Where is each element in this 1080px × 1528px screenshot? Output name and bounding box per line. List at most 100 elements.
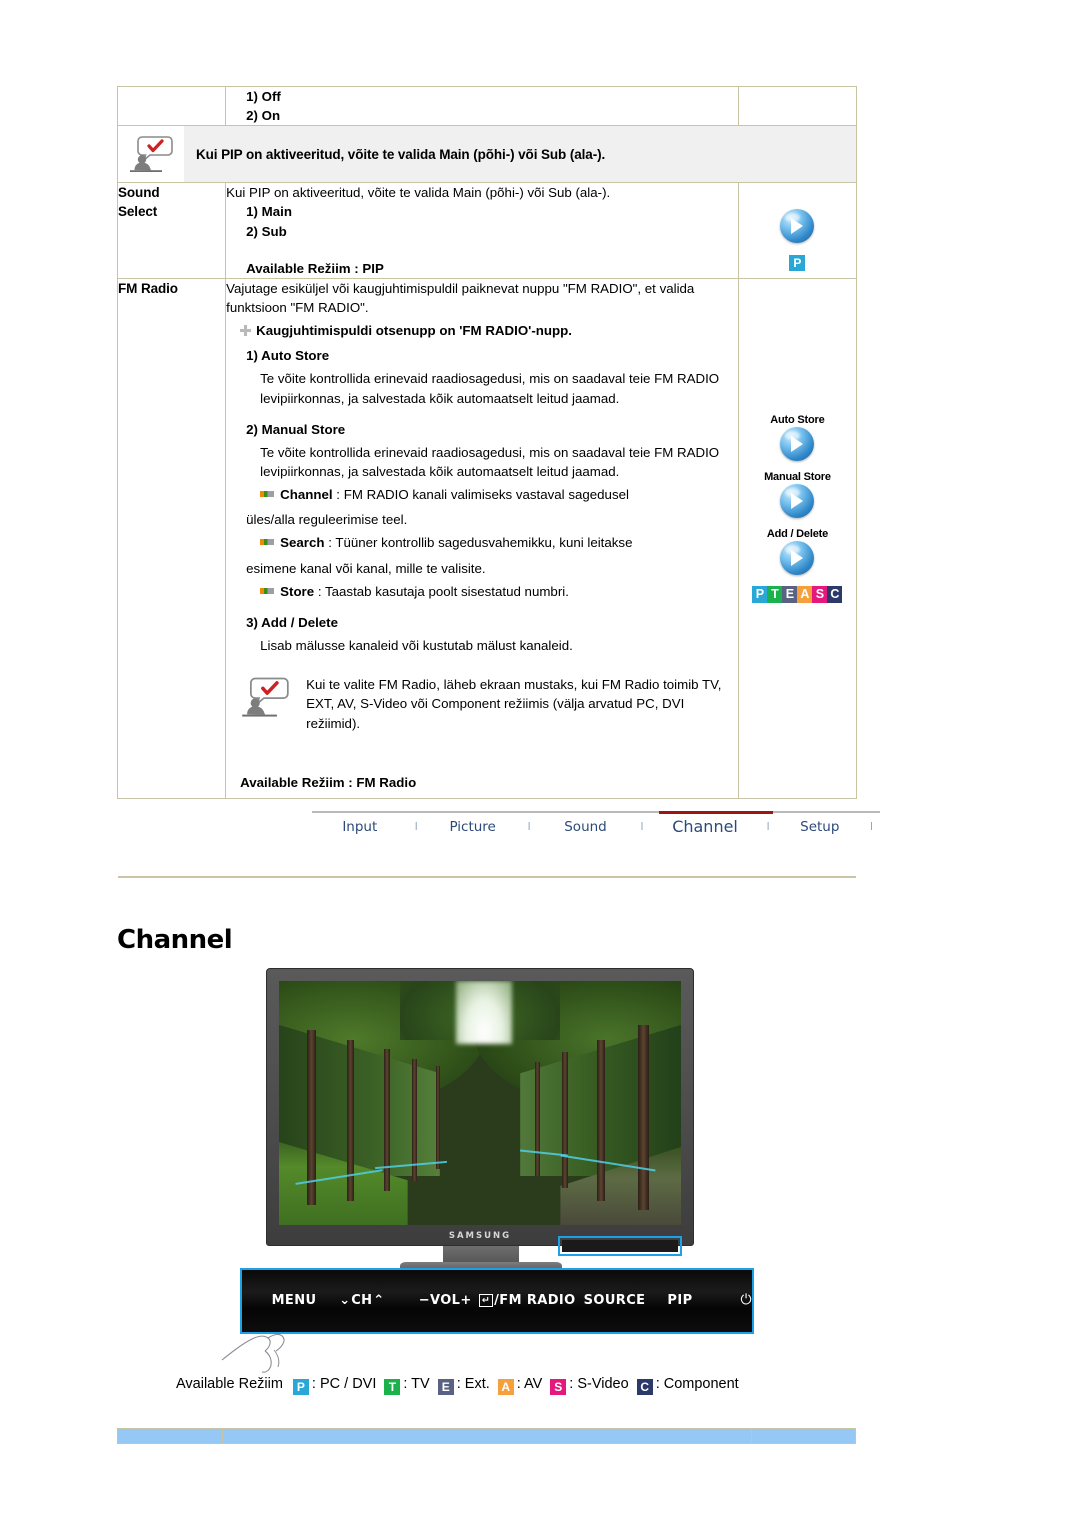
- available-modes-pip: Available Režiim : PIP: [246, 260, 384, 276]
- plus-bullet-icon: [240, 325, 252, 337]
- row-label-fm-radio: FM Radio: [116, 277, 227, 800]
- fm-radio-intro: Vajutage esiküljel või kaugjuhtimispuldi…: [226, 280, 695, 315]
- nav-item-picture[interactable]: Picture: [425, 819, 521, 835]
- dash-term-search: Search: [280, 535, 325, 551]
- panel-button-source[interactable]: SOURCE: [584, 1293, 646, 1308]
- icon-label-auto-store: Auto Store: [770, 413, 825, 426]
- panel-button-fm-radio-label: /FM RADIO: [494, 1292, 576, 1308]
- dash-cont-channel: üles/alla reguleerimise teel.: [246, 512, 408, 528]
- mode-badge-strip: PTEASC: [739, 585, 856, 603]
- row-label-sound-select: Sound Select: [116, 182, 227, 279]
- mode-badge-c: C: [827, 585, 843, 603]
- panel-button-menu[interactable]: MENU: [242, 1293, 316, 1308]
- legend-text-e: : Ext.: [456, 1376, 490, 1392]
- table-row-fm-radio: FM Radio Vajutage esiküljel või kaugjuht…: [116, 277, 858, 800]
- screen-photo: [279, 981, 681, 1225]
- onscreen-control-highlight: [558, 1236, 682, 1256]
- panel-button-pip[interactable]: PIP: [667, 1293, 692, 1308]
- panel-button-volume-up-icon[interactable]: +: [460, 1293, 476, 1308]
- handwritten-scribble-icon: [221, 1333, 285, 1373]
- mode-badge-t: T: [767, 585, 783, 603]
- nav-separator: l: [640, 820, 644, 833]
- fm-item-heading-manual-store: 2) Manual Store: [246, 421, 346, 437]
- panel-button-fm-radio[interactable]: ↵/FM RADIO: [478, 1292, 576, 1308]
- bar-bullet-icon: [260, 587, 275, 594]
- nav-item-setup[interactable]: Setup: [777, 819, 863, 835]
- bottom-bar-segment-2: [223, 1429, 752, 1443]
- option-sub: 2) Sub: [246, 223, 287, 239]
- bottom-progress-bar: [117, 1428, 856, 1444]
- bar-bullet-icon: [260, 539, 275, 546]
- dash-cont-search: esimene kanal või kanal, mille te valisi…: [246, 560, 486, 576]
- bottom-bar-segment-3: [752, 1429, 855, 1443]
- legend-badge-p: P: [292, 1379, 309, 1395]
- fm-inline-note: Kui te valite FM Radio, läheb ekraan mus…: [240, 673, 738, 733]
- dash-term-store: Store: [280, 583, 315, 599]
- fm-item-body-manual-store: Te võite kontrollida erinevaid raadiosag…: [260, 443, 738, 481]
- legend-badge-a: A: [497, 1379, 514, 1395]
- play-sphere-icon: [780, 208, 815, 243]
- option-main: 1) Main: [246, 204, 292, 220]
- dash-item-channel: Channel : FM RADIO kanali valimiseks vas…: [260, 485, 738, 504]
- mode-badge-pip: P: [789, 254, 806, 271]
- icon-label-add-delete: Add / Delete: [766, 527, 828, 540]
- nav-separator: l: [766, 820, 770, 833]
- note-person-icon: [118, 126, 184, 183]
- label-line-1: Sound: [118, 185, 160, 201]
- mode-badge-s: S: [812, 585, 828, 603]
- mode-badge-p: P: [752, 585, 768, 603]
- power-button-icon[interactable]: ⏻: [741, 1292, 752, 1308]
- table-row: 1) Off 2) On: [116, 85, 858, 127]
- nav-item-sound[interactable]: Sound: [538, 819, 634, 835]
- legend-text-c: : Component: [655, 1376, 739, 1392]
- fm-item-body-auto-store: Te võite kontrollida erinevaid raadiosag…: [260, 371, 720, 406]
- fm-radio-remote-hint-row: Kaugjuhtimispuldi otsenupp on 'FM RADIO'…: [240, 321, 738, 340]
- note-person-icon: [240, 673, 306, 724]
- legend-prefix: Available Režiim: [176, 1376, 283, 1392]
- row-options-icons: [737, 85, 858, 127]
- label-line-2: Select: [118, 204, 158, 220]
- monitor-screen: [279, 981, 681, 1225]
- page-title: Channel: [117, 925, 233, 955]
- available-modes-fm-radio: Available Režiim : FM Radio: [240, 774, 417, 790]
- legend-text-t: : TV: [403, 1376, 430, 1392]
- panel-button-channel-up-icon[interactable]: ⌃: [373, 1293, 391, 1308]
- nav-item-input[interactable]: Input: [312, 819, 408, 835]
- monitor-bezel: SAMSUNG: [266, 968, 694, 1246]
- legend-badge-t: T: [384, 1379, 401, 1395]
- legend-badge-c: C: [636, 1379, 653, 1395]
- legend-badge-e: E: [437, 1379, 454, 1395]
- option-on: 2) On: [246, 108, 281, 124]
- nav-item-channel[interactable]: Channel: [651, 817, 760, 836]
- section-divider: [118, 876, 856, 878]
- dash-desc-search: : Tüüner kontrollib sagedusvahemikku, ku…: [324, 535, 633, 551]
- navbar-active-indicator: [659, 811, 773, 814]
- front-control-panel: MENU ⌄ CH ⌃ − VOL + ↵/FM RADIO SOURCE PI…: [240, 1268, 754, 1334]
- fm-add-delete-heading: 3) Add / Delete: [246, 614, 339, 630]
- specification-table: 1) Off 2) On Kui PIP on aktiveeritud, võ…: [116, 85, 858, 800]
- fm-inline-note-text: Kui te valite FM Radio, läheb ekraan mus…: [306, 677, 722, 731]
- sound-select-icons: P: [737, 182, 858, 279]
- monitor-figure: SAMSUNG MENU ⌄ CH ⌃ − VOL + ↵/FM RADIO S…: [240, 962, 760, 1342]
- table-row-sound-select: Sound Select Kui PIP on aktiveeritud, võ…: [116, 182, 858, 279]
- panel-button-vol[interactable]: VOL: [430, 1293, 460, 1308]
- legend-text-s: : S-Video: [569, 1376, 629, 1392]
- mode-badge-a: A: [797, 585, 813, 603]
- sound-select-intro: Kui PIP on aktiveeritud, võite te valida…: [226, 185, 611, 201]
- panel-button-volume-down-icon[interactable]: −: [391, 1293, 430, 1308]
- dash-desc-store: : Taastab kasutaja poolt sisestatud numb…: [314, 583, 569, 599]
- play-sphere-icon: [780, 426, 815, 461]
- nav-separator: l: [415, 820, 418, 833]
- mode-badge-e: E: [782, 585, 798, 603]
- row-options-body: 1) Off 2) On: [225, 85, 739, 127]
- legend-badge-s: S: [550, 1379, 567, 1395]
- panel-button-ch[interactable]: CH: [351, 1293, 374, 1308]
- fm-radio-remote-hint: Kaugjuhtimispuldi otsenupp on 'FM RADIO'…: [256, 323, 572, 339]
- panel-button-channel-down-icon[interactable]: ⌄: [316, 1293, 350, 1308]
- bar-bullet-icon: [260, 491, 275, 498]
- nav-separator: l: [527, 820, 531, 833]
- section-navbar: Input l Picture l Sound l Channel l Setu…: [312, 811, 880, 853]
- dash-term-channel: Channel: [280, 487, 333, 503]
- play-sphere-icon: [780, 540, 815, 575]
- note-text: Kui PIP on aktiveeritud, võite te valida…: [184, 126, 856, 183]
